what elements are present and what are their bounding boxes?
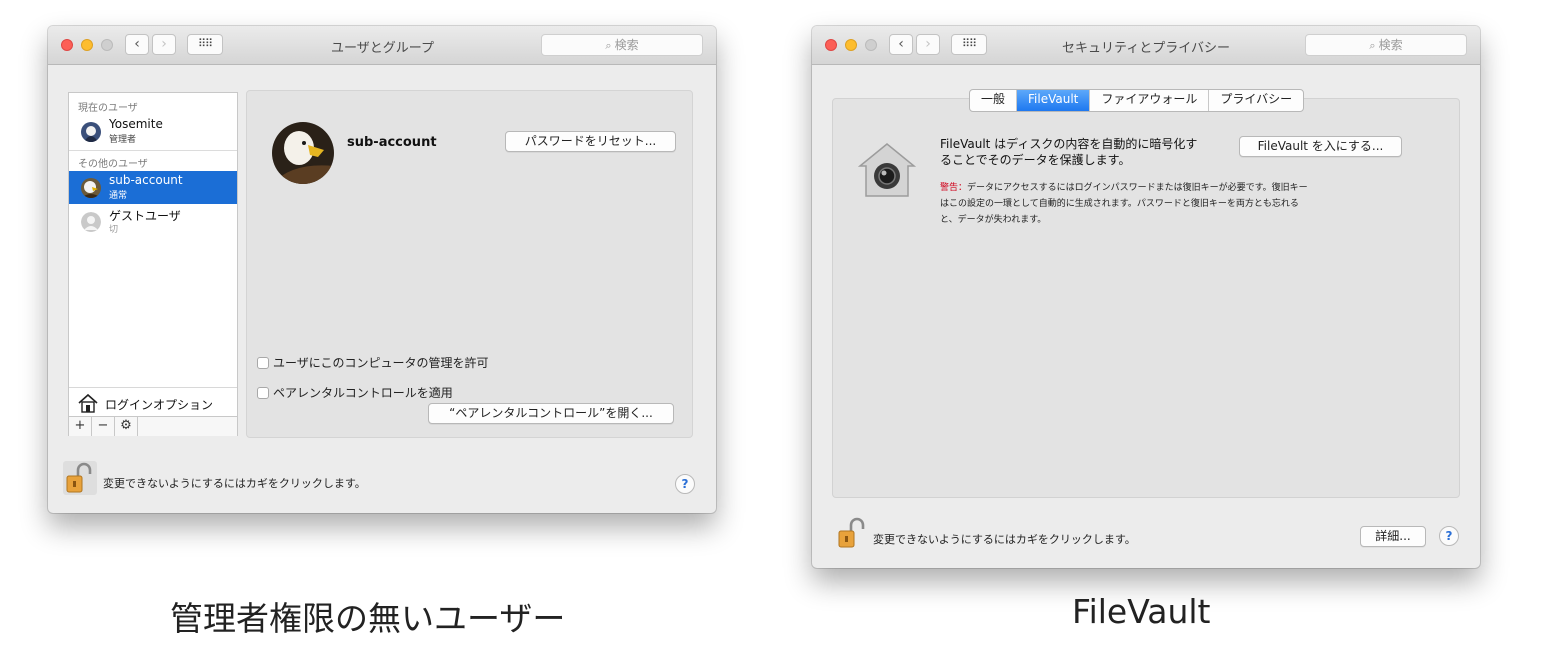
allow-admin-label: ユーザにこのコンピュータの管理を許可 <box>273 356 489 370</box>
parental-checkbox[interactable] <box>257 387 269 399</box>
user-name: Yosemite <box>109 117 163 131</box>
guest-avatar-icon <box>81 212 101 232</box>
login-options-item[interactable]: ログインオプション <box>69 387 237 417</box>
filevault-warning: 警告：データにアクセスするにはログインパスワードまたは復旧キーが必要です。復旧キ… <box>940 180 1308 228</box>
avatar <box>81 122 101 142</box>
minus-icon: − <box>97 418 109 433</box>
search-icon: ⌕ <box>1369 39 1376 52</box>
search-placeholder: 検索 <box>1378 38 1403 52</box>
user-role: 管理者 <box>109 135 137 145</box>
warning-line: はこの設定の一環として自動的に生成されます。パスワードと復旧キーを両方とも忘れる <box>940 199 1299 209</box>
close-button[interactable] <box>61 39 73 51</box>
tab-privacy[interactable]: プライバシー <box>1209 90 1303 111</box>
back-button[interactable]: ‹ <box>889 34 913 55</box>
window-title: ユーザとグループ <box>331 41 434 56</box>
user-role: 通常 <box>109 191 128 201</box>
show-all-button[interactable]: ⠿⠿ <box>951 34 987 55</box>
action-menu-button[interactable]: ⚙ <box>115 417 138 436</box>
section-current-users: 現在のユーザ <box>78 103 138 114</box>
details-button[interactable]: 詳細... <box>1360 526 1426 547</box>
user-role: 切 <box>109 225 119 235</box>
zoom-button[interactable] <box>865 39 877 51</box>
avatar <box>81 178 101 198</box>
lock-text: 変更できないようにするにはカギをクリックします。 <box>103 477 366 490</box>
chevron-right-icon: › <box>925 36 931 52</box>
user-list: 現在のユーザ Yosemite 管理者 その他のユーザ sub-account … <box>68 92 238 436</box>
description-line: ることでそのデータを保護します。 <box>940 153 1131 167</box>
titlebar: ‹ › ⠿⠿ セキュリティとプライバシー ⌕ 検索 <box>812 26 1480 65</box>
reset-password-button[interactable]: パスワードをリセット... <box>505 131 676 152</box>
parental-label: ペアレンタルコントロールを適用 <box>273 386 453 400</box>
back-button[interactable]: ‹ <box>125 34 149 55</box>
parental-row[interactable]: ペアレンタルコントロールを適用 <box>257 384 453 401</box>
help-button[interactable]: ? <box>1439 526 1459 546</box>
turn-on-filevault-button[interactable]: FileVault を入にする... <box>1239 136 1402 157</box>
window-title: セキュリティとプライバシー <box>1062 41 1230 56</box>
close-button[interactable] <box>825 39 837 51</box>
remove-user-button[interactable]: − <box>92 417 115 436</box>
gear-icon: ⚙ <box>120 418 132 433</box>
titlebar: ‹ › ⠿⠿ ユーザとグループ ⌕ 検索 <box>48 26 716 65</box>
chevron-left-icon: ‹ <box>134 36 140 52</box>
minimize-button[interactable] <box>845 39 857 51</box>
warning-line: データにアクセスするにはログインパスワードまたは復旧キーが必要です。復旧キー <box>967 183 1308 193</box>
search-input[interactable]: ⌕ 検索 <box>1305 34 1467 56</box>
caption-left: 管理者権限の無いユーザー <box>170 599 566 638</box>
help-button[interactable]: ? <box>675 474 695 494</box>
lock-open-icon[interactable] <box>836 516 870 550</box>
house-icon <box>77 393 99 417</box>
login-options-label: ログインオプション <box>105 398 214 412</box>
minimize-button[interactable] <box>81 39 93 51</box>
chevron-left-icon: ‹ <box>898 36 904 52</box>
security-privacy-window: ‹ › ⠿⠿ セキュリティとプライバシー ⌕ 検索 一般 FileVault ファ… <box>812 26 1480 568</box>
warning-label: 警告： <box>940 183 968 193</box>
tab-bar: 一般 FileVault ファイアウォール プライバシー <box>969 89 1305 112</box>
user-detail-pane: sub-account パスワードをリセット... ユーザにこのコンピュータの管… <box>246 90 693 438</box>
users-groups-window: ‹ › ⠿⠿ ユーザとグループ ⌕ 検索 現在のユーザ Yosemite 管理者 … <box>48 26 716 513</box>
user-row-yosemite[interactable]: Yosemite 管理者 <box>69 115 237 148</box>
plus-icon: + <box>74 418 86 433</box>
tab-firewall[interactable]: ファイアウォール <box>1090 90 1210 111</box>
account-name: sub-account <box>347 135 437 150</box>
forward-button[interactable]: › <box>152 34 176 55</box>
lock-text: 変更できないようにするにはカギをクリックします。 <box>873 533 1136 546</box>
user-name: ゲストユーザ <box>109 209 181 223</box>
filevault-house-icon <box>856 140 918 204</box>
search-icon: ⌕ <box>605 39 612 52</box>
search-placeholder: 検索 <box>614 38 639 52</box>
user-name: sub-account <box>109 173 183 187</box>
list-toolbar: + − ⚙ <box>69 416 237 436</box>
caption-right: FileVault <box>1072 592 1211 631</box>
lock-open-icon[interactable] <box>63 461 97 495</box>
description-line: FileVault はディスクの内容を自動的に暗号化す <box>940 137 1198 151</box>
chevron-right-icon: › <box>161 36 167 52</box>
warning-line: と、データが失われます。 <box>940 215 1047 225</box>
allow-admin-checkbox[interactable] <box>257 357 269 369</box>
show-all-button[interactable]: ⠿⠿ <box>187 34 223 55</box>
add-user-button[interactable]: + <box>69 417 92 436</box>
allow-admin-row[interactable]: ユーザにこのコンピュータの管理を許可 <box>257 354 489 371</box>
zoom-button[interactable] <box>101 39 113 51</box>
filevault-description: FileVault はディスクの内容を自動的に暗号化す ることでそのデータを保護… <box>940 136 1197 168</box>
eagle-avatar[interactable] <box>272 122 334 184</box>
user-row-sub-account[interactable]: sub-account 通常 <box>69 171 237 204</box>
tab-general[interactable]: 一般 <box>970 90 1018 111</box>
section-other-users: その他のユーザ <box>78 159 148 170</box>
tab-filevault[interactable]: FileVault <box>1017 90 1091 111</box>
forward-button[interactable]: › <box>916 34 940 55</box>
open-parental-controls-button[interactable]: “ペアレンタルコントロール”を開く... <box>428 403 674 424</box>
grid-icon: ⠿⠿ <box>197 37 213 50</box>
grid-icon: ⠿⠿ <box>961 37 977 50</box>
divider <box>69 150 237 151</box>
user-row-guest[interactable]: ゲストユーザ 切 <box>69 205 237 238</box>
search-input[interactable]: ⌕ 検索 <box>541 34 703 56</box>
